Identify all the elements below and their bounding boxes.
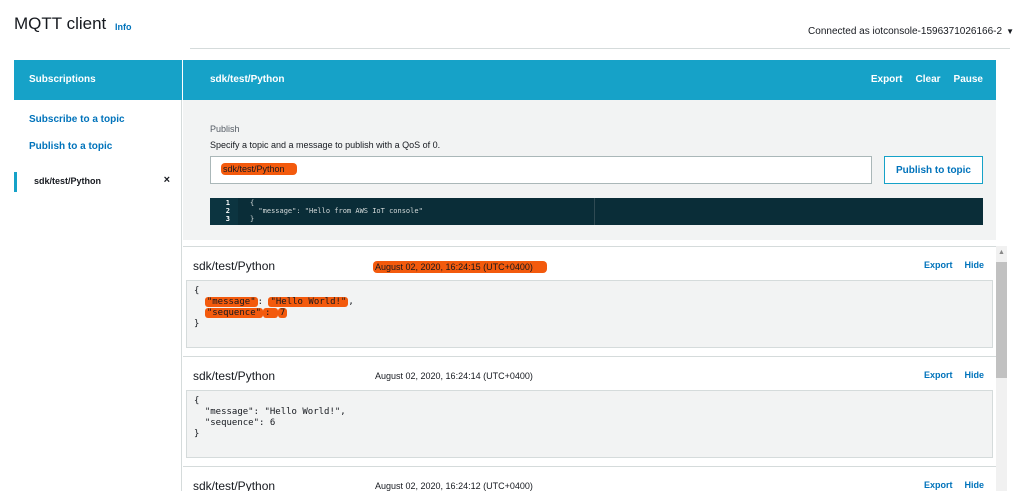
editor-line: { <box>250 199 255 207</box>
message-topic: sdk/test/Python <box>193 259 276 273</box>
message-timestamp: August 02, 2020, 16:24:15 (UTC+0400) <box>373 261 547 273</box>
payload-value: "Hello World!" <box>268 297 349 307</box>
payload-text: { <box>194 286 200 296</box>
clear-button[interactable]: Clear <box>916 74 941 85</box>
header-divider <box>190 48 1010 49</box>
subscriptions-panel: Subscribe to a topic Publish to a topic … <box>14 100 182 491</box>
info-link[interactable]: Info <box>115 22 132 32</box>
editor-line: } <box>250 215 255 223</box>
subscription-item[interactable]: sdk/test/Python × <box>14 172 182 192</box>
publish-to-topic-button[interactable]: Publish to topic <box>884 156 983 184</box>
payload-key: "message" <box>204 297 258 307</box>
payload-text: : <box>263 308 278 318</box>
message-actions: Export Hide <box>924 370 984 380</box>
connection-dropdown[interactable]: Connected as iotconsole-1596371026166-2 … <box>808 26 1014 37</box>
topic-input-value: sdk/test/Python <box>221 163 297 175</box>
line-number: 1 <box>225 199 230 207</box>
hide-button[interactable]: Hide <box>964 480 984 490</box>
message-actions: Export Hide <box>924 260 984 270</box>
message-payload: { "message": "Hello World!", "sequence":… <box>186 390 993 458</box>
publish-title: Publish <box>210 124 240 134</box>
pause-button[interactable]: Pause <box>954 74 983 85</box>
scrollbar-thumb[interactable] <box>996 262 1007 378</box>
export-all-button[interactable]: Export <box>871 74 903 85</box>
publish-to-topic-link[interactable]: Publish to a topic <box>29 141 112 152</box>
line-number: 3 <box>225 215 230 223</box>
subscription-label: sdk/test/Python <box>34 176 102 186</box>
caret-down-icon: ▼ <box>1006 27 1014 36</box>
topic-title: sdk/test/Python <box>210 74 285 85</box>
publish-description: Specify a topic and a message to publish… <box>210 140 441 150</box>
scroll-up-icon[interactable]: ▲ <box>998 249 1005 256</box>
export-button[interactable]: Export <box>924 370 953 380</box>
subscriptions-header: Subscriptions <box>14 60 182 100</box>
topic-header: sdk/test/Python Export Clear Pause <box>183 60 996 100</box>
hide-button[interactable]: Hide <box>964 260 984 270</box>
message-card: sdk/test/Python August 02, 2020, 16:24:1… <box>183 246 996 352</box>
editor-line: "message": "Hello from AWS IoT console" <box>250 207 423 215</box>
publish-panel: Publish Specify a topic and a message to… <box>183 100 996 240</box>
message-timestamp: August 02, 2020, 16:24:12 (UTC+0400) <box>375 481 533 491</box>
connection-label: Connected as iotconsole-1596371026166-2 <box>808 26 1003 37</box>
message-editor[interactable]: 1 2 3 { "message": "Hello from AWS IoT c… <box>210 198 983 225</box>
message-payload: { "message": "Hello World!", "sequence":… <box>186 280 993 348</box>
line-number: 2 <box>225 207 230 215</box>
subscribe-to-topic-link[interactable]: Subscribe to a topic <box>29 114 125 125</box>
payload-text: : <box>257 297 269 307</box>
topic-input[interactable]: sdk/test/Python <box>210 156 872 184</box>
message-card: sdk/test/Python August 02, 2020, 16:24:1… <box>183 466 996 491</box>
mqtt-client-page: MQTT client Info Connected as iotconsole… <box>0 0 1024 491</box>
message-topic: sdk/test/Python <box>193 369 276 383</box>
payload-text: , <box>348 297 354 307</box>
hide-button[interactable]: Hide <box>964 370 984 380</box>
close-icon[interactable]: × <box>164 174 170 186</box>
message-card: sdk/test/Python August 02, 2020, 16:24:1… <box>183 356 996 462</box>
topic-actions: Export Clear Pause <box>871 74 983 85</box>
message-topic: sdk/test/Python <box>193 479 276 491</box>
message-timestamp: August 02, 2020, 16:24:14 (UTC+0400) <box>375 371 533 381</box>
payload-value: 7 <box>277 308 288 318</box>
message-actions: Export Hide <box>924 480 984 490</box>
payload-text: } <box>194 319 200 329</box>
page-title: MQTT client <box>14 14 107 33</box>
editor-divider <box>594 198 595 225</box>
export-button[interactable]: Export <box>924 260 953 270</box>
payload-key: "sequence" <box>204 308 264 318</box>
export-button[interactable]: Export <box>924 480 953 490</box>
